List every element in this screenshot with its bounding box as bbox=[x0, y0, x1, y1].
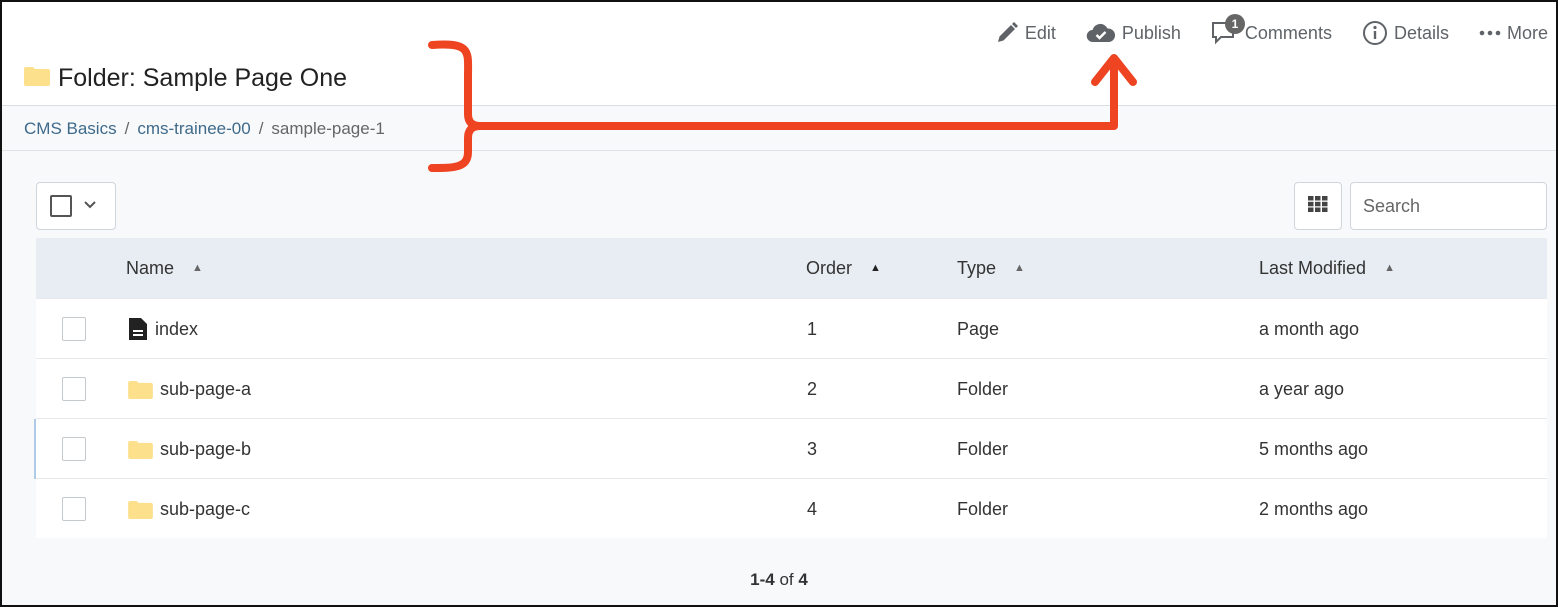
row-type: Folder bbox=[957, 498, 1009, 519]
row-name: sub-page-b bbox=[160, 438, 252, 459]
folder-icon bbox=[128, 440, 153, 459]
bulk-select-dropdown[interactable] bbox=[36, 182, 116, 230]
more-button[interactable]: More bbox=[1479, 16, 1548, 50]
sort-asc-icon: ▲ bbox=[870, 262, 881, 274]
comments-label: Comments bbox=[1244, 22, 1332, 43]
column-label: Name bbox=[126, 257, 175, 278]
row-checkbox[interactable] bbox=[62, 497, 86, 521]
details-label: Details bbox=[1393, 22, 1449, 43]
row-modified: 2 months ago bbox=[1259, 498, 1369, 519]
comment-icon: 1 bbox=[1211, 14, 1245, 46]
pagination-summary: 1-4 of 4 bbox=[2, 570, 1556, 590]
row-order: 1 bbox=[807, 318, 818, 339]
column-header-order[interactable]: Order ▲ bbox=[806, 238, 881, 298]
select-all-checkbox[interactable] bbox=[50, 195, 72, 217]
breadcrumb-current: sample-page-1 bbox=[271, 119, 385, 138]
page-header: Edit Publish 1 Comments Details More Fol… bbox=[2, 2, 1556, 106]
breadcrumb-separator: / bbox=[124, 119, 130, 138]
folder-icon bbox=[128, 380, 153, 399]
page-icon bbox=[128, 317, 148, 341]
row-type: Folder bbox=[957, 438, 1009, 459]
row-order: 2 bbox=[807, 378, 818, 399]
page-title: Folder: Sample Page One bbox=[24, 64, 347, 93]
grid-view-button[interactable] bbox=[1294, 182, 1342, 230]
pagination-total: 4 bbox=[798, 570, 808, 589]
row-name-link[interactable]: sub-page-a bbox=[128, 359, 251, 419]
folder-icon bbox=[128, 500, 153, 519]
row-order: 4 bbox=[807, 498, 818, 519]
folder-icon bbox=[24, 64, 50, 93]
comments-count-badge: 1 bbox=[1224, 14, 1245, 34]
info-icon bbox=[1362, 20, 1388, 46]
row-modified: 5 months ago bbox=[1259, 438, 1369, 459]
edit-button[interactable]: Edit bbox=[995, 16, 1056, 50]
row-order: 3 bbox=[807, 438, 818, 459]
row-name-link[interactable]: index bbox=[128, 299, 198, 359]
row-type: Page bbox=[957, 318, 1000, 339]
row-modified: a year ago bbox=[1259, 378, 1345, 399]
column-header-name[interactable]: Name ▲ bbox=[126, 238, 203, 298]
row-name: sub-page-a bbox=[160, 378, 252, 399]
details-button[interactable]: Details bbox=[1362, 16, 1449, 50]
row-modified: a month ago bbox=[1259, 318, 1360, 339]
row-name-link[interactable]: sub-page-b bbox=[128, 419, 251, 479]
breadcrumb-link-cms-basics[interactable]: CMS Basics bbox=[24, 119, 117, 139]
breadcrumb-link-cms-trainee[interactable]: cms-trainee-00 bbox=[137, 119, 250, 139]
row-checkbox[interactable] bbox=[62, 377, 86, 401]
column-header-last-modified[interactable]: Last Modified ▲ bbox=[1259, 238, 1395, 298]
table-row[interactable]: sub-page-c 4 Folder 2 months ago bbox=[36, 478, 1547, 538]
divider bbox=[2, 150, 1556, 151]
sort-asc-icon: ▲ bbox=[1014, 262, 1025, 274]
row-name-link[interactable]: sub-page-c bbox=[128, 479, 250, 539]
comments-button[interactable]: 1 Comments bbox=[1211, 14, 1332, 50]
pagination-of: of bbox=[779, 570, 794, 589]
publish-button[interactable]: Publish bbox=[1086, 16, 1181, 50]
page-title-text: Folder: Sample Page One bbox=[58, 64, 348, 92]
breadcrumb: CMS Basics / cms-trainee-00 / sample-pag… bbox=[24, 119, 385, 139]
row-name: index bbox=[155, 318, 199, 339]
column-label: Order bbox=[806, 257, 853, 278]
row-name: sub-page-c bbox=[160, 498, 251, 519]
row-checkbox[interactable] bbox=[62, 317, 86, 341]
more-label: More bbox=[1506, 22, 1548, 43]
breadcrumb-separator: / bbox=[258, 119, 264, 138]
column-header-type[interactable]: Type ▲ bbox=[957, 238, 1025, 298]
pencil-icon bbox=[995, 21, 1019, 45]
publish-label: Publish bbox=[1121, 22, 1181, 43]
column-label: Last Modified bbox=[1259, 257, 1367, 278]
content-table: Name ▲ Order ▲ Type ▲ Last Modified ▲ index … bbox=[34, 238, 1547, 538]
row-checkbox[interactable] bbox=[62, 437, 86, 461]
table-row[interactable]: sub-page-a 2 Folder a year ago bbox=[36, 358, 1547, 418]
sort-asc-icon: ▲ bbox=[1384, 262, 1395, 274]
table-row[interactable]: sub-page-b 3 Folder 5 months ago bbox=[34, 418, 1547, 479]
sort-asc-icon: ▲ bbox=[192, 262, 203, 274]
row-type: Folder bbox=[957, 378, 1009, 399]
pagination-range: 1-4 bbox=[750, 570, 775, 589]
action-toolbar: Edit Publish 1 Comments Details More bbox=[965, 14, 1548, 50]
search-input[interactable] bbox=[1350, 182, 1547, 230]
grid-icon bbox=[1308, 195, 1328, 217]
table-row[interactable]: index 1 Page a month ago bbox=[36, 298, 1547, 358]
more-dots-icon bbox=[1479, 29, 1501, 37]
cloud-check-icon bbox=[1086, 22, 1116, 44]
column-label: Type bbox=[957, 257, 997, 278]
app-window: Edit Publish 1 Comments Details More Fol… bbox=[0, 0, 1558, 607]
edit-label: Edit bbox=[1024, 22, 1056, 43]
chevron-down-icon bbox=[83, 197, 97, 215]
table-header: Name ▲ Order ▲ Type ▲ Last Modified ▲ bbox=[36, 238, 1547, 298]
